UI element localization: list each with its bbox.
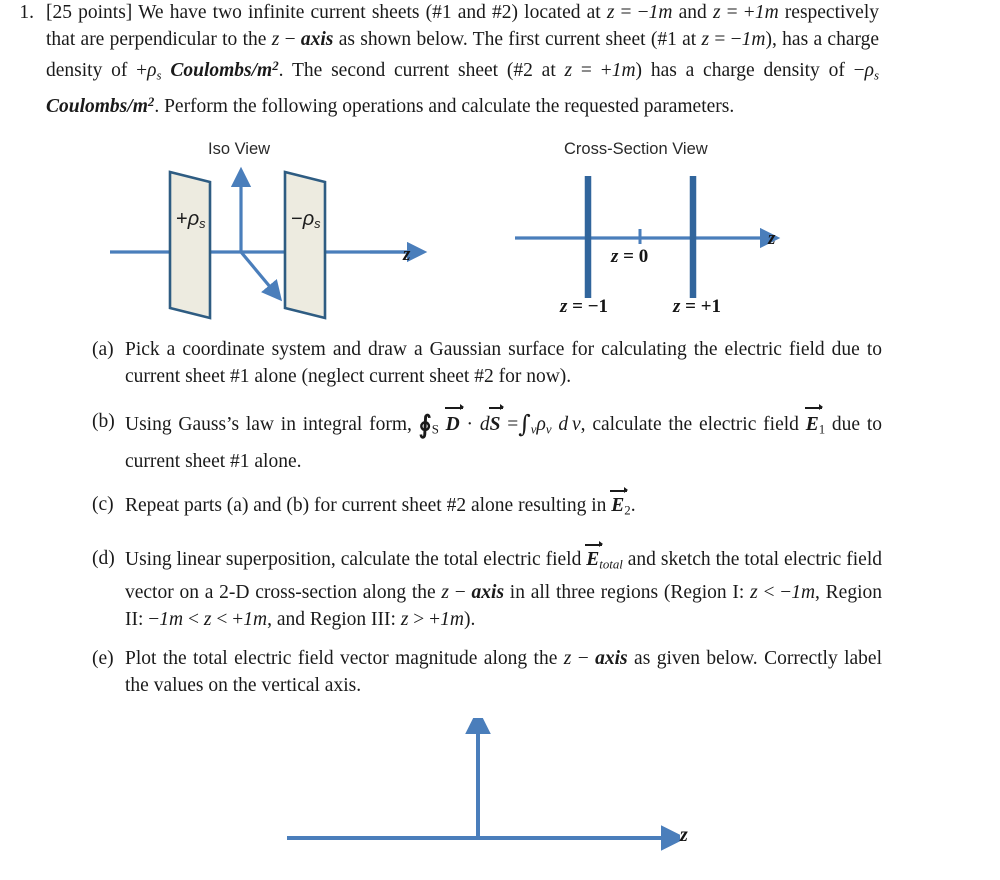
part-d-text: Using linear superposition, calculate th…: [125, 541, 882, 633]
problem-number: 1.: [19, 2, 34, 23]
plot-z-axis-label: z: [680, 824, 688, 846]
cross-section-origin-label: z = 0: [611, 246, 649, 267]
part-c-label: (c): [92, 494, 114, 515]
part-d: (d) Using linear superposition, calculat…: [92, 541, 882, 633]
part-e-text: Plot the total electric field vector mag…: [125, 648, 882, 696]
part-e-label: (e): [92, 648, 114, 669]
iso-sheet-2: [283, 170, 327, 320]
iso-origin-axes: [230, 166, 283, 302]
cross-section-right-sheet-label: z = +1: [673, 296, 722, 317]
part-a-label: (a): [92, 339, 114, 360]
problem-statement: 1. [25 points] We have two infinite curr…: [0, 0, 1000, 120]
cross-section-diagram: [515, 176, 781, 298]
part-b: (b) Using Gauss’s law in integral form, …: [92, 404, 883, 478]
iso-sheet-2-label: −ρs: [291, 208, 321, 232]
iso-sheet-1: [168, 170, 212, 320]
part-e: (e) Plot the total electric field vector…: [92, 645, 882, 699]
iso-sheet-1-label: +ρs: [176, 208, 206, 232]
part-a-text: Pick a coordinate system and draw a Gaus…: [125, 339, 882, 387]
cross-section-z-axis-label: z: [768, 228, 776, 249]
iso-view-diagram: [110, 166, 428, 320]
part-c-text: Repeat parts (a) and (b) for current she…: [125, 487, 882, 525]
part-d-label: (d): [92, 548, 115, 569]
problem-text: [25 points] We have two infinite current…: [46, 2, 880, 117]
part-a: (a) Pick a coordinate system and draw a …: [92, 336, 882, 390]
part-b-label: (b): [92, 411, 115, 432]
cross-section-left-sheet-label: z = −1: [560, 296, 609, 317]
part-c: (c) Repeat parts (a) and (b) for current…: [92, 487, 882, 525]
iso-view-title: Iso View: [208, 140, 271, 158]
iso-z-axis-label: z: [403, 244, 411, 265]
blank-plot-axes: [287, 718, 680, 851]
part-b-text: Using Gauss’s law in integral form, ∮S D…: [125, 404, 883, 472]
cross-section-title: Cross-Section View: [564, 140, 708, 158]
